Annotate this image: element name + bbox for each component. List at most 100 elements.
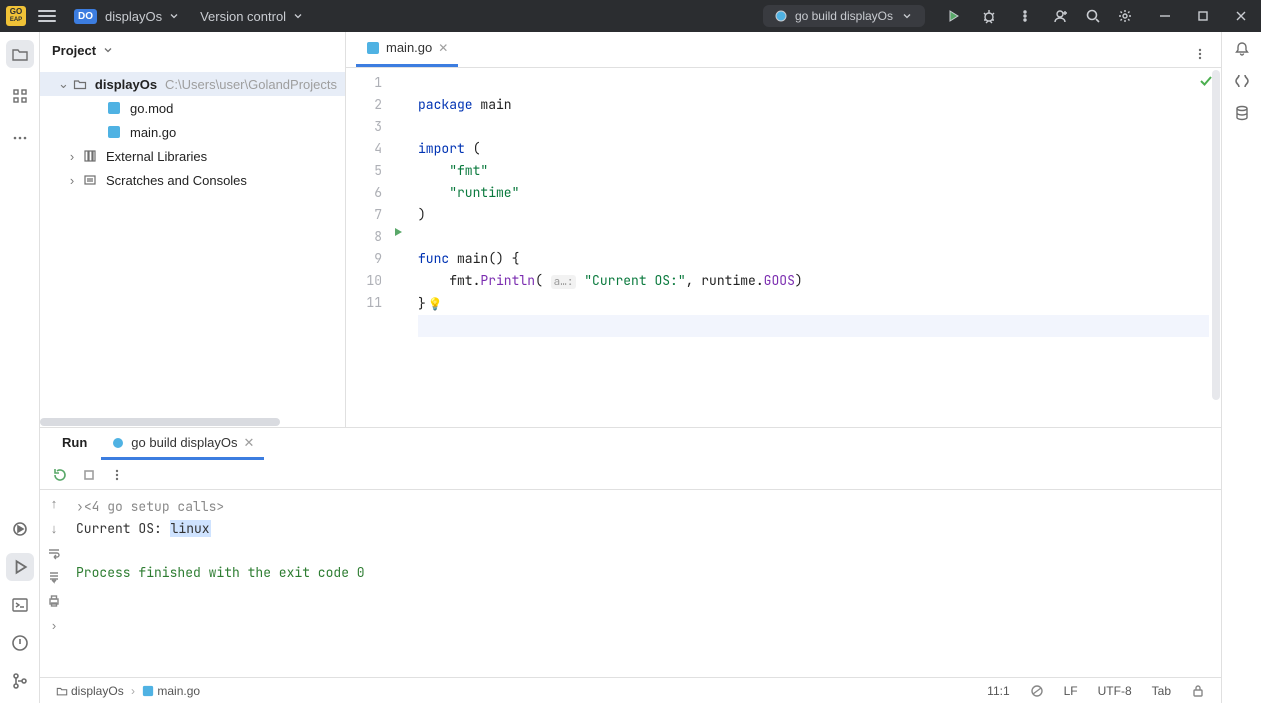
project-selector[interactable]: DO displayOs — [68, 4, 188, 28]
tree-file[interactable]: go.mod — [40, 96, 345, 120]
titlebar: GO EAP DO displayOs Version control go b… — [0, 0, 1261, 32]
code-token: package — [418, 96, 473, 113]
expand-icon[interactable]: › — [52, 618, 56, 633]
settings-icon[interactable] — [1117, 8, 1133, 24]
chevron-down-icon — [290, 8, 306, 24]
app-icon: GO EAP — [6, 6, 26, 26]
minimize-button[interactable] — [1157, 8, 1173, 24]
go-run-icon — [111, 436, 125, 450]
code-token: Println — [480, 272, 535, 289]
code-with-me-icon[interactable] — [1053, 8, 1069, 24]
chevron-right-icon: › — [66, 149, 78, 164]
code-token: import — [418, 140, 465, 157]
up-arrow-icon[interactable]: ↑ — [51, 496, 58, 511]
indent-setting[interactable]: Tab — [1146, 684, 1177, 698]
debug-button[interactable] — [981, 8, 997, 24]
intention-bulb-icon[interactable]: 💡 — [428, 296, 443, 312]
tree-file[interactable]: main.go — [40, 120, 345, 144]
editor-tabs: main.go ✕ — [346, 32, 1221, 68]
run-config-label: go build displayOs — [795, 9, 893, 23]
editor-pane: main.go ✕ 1 2 3 4 5 6 — [346, 32, 1221, 427]
chevron-down-icon: ⌄ — [58, 76, 69, 92]
line-number-gutter: 1 2 3 4 5 6 7 8 9 10 11 — [346, 68, 392, 427]
inlay-hint: a…: — [551, 275, 577, 289]
code-token: ) — [418, 206, 426, 223]
editor-tabs-more[interactable] — [1187, 41, 1213, 67]
more-run-actions[interactable] — [110, 468, 124, 482]
project-tree: ⌄ displayOs C:\Users\user\GolandProjects… — [40, 68, 345, 196]
tree-scratches[interactable]: › Scratches and Consoles — [40, 168, 345, 192]
code-token: } — [418, 295, 426, 312]
run-toolbar — [40, 460, 1221, 490]
structure-tool-button[interactable] — [6, 82, 34, 110]
services-tool-button[interactable] — [6, 515, 34, 543]
code-token: "runtime" — [418, 184, 519, 201]
maximize-button[interactable] — [1195, 8, 1211, 24]
readonly-toggle-icon[interactable] — [1185, 684, 1211, 698]
file-encoding[interactable]: UTF-8 — [1092, 684, 1138, 698]
statusbar: displayOs › main.go 11:1 LF UTF-8 Tab — [40, 677, 1221, 703]
run-side-toolbar: ↑ ↓ › — [40, 490, 68, 677]
run-tab-build[interactable]: go build displayOs ✕ — [101, 428, 264, 460]
run-button[interactable] — [945, 8, 961, 24]
project-name: displayOs — [105, 9, 162, 24]
vcs-selector[interactable]: Version control — [194, 4, 312, 28]
breadcrumb[interactable]: displayOs › main.go — [50, 684, 206, 698]
close-button[interactable] — [1233, 8, 1249, 24]
breadcrumb-item: displayOs — [71, 684, 124, 698]
chevron-down-icon — [166, 8, 182, 24]
console-output[interactable]: ›<4 go setup calls> Current OS: linux Pr… — [68, 490, 1221, 677]
soft-wrap-icon[interactable] — [47, 546, 61, 560]
breadcrumb-item: main.go — [157, 684, 200, 698]
run-tab-run[interactable]: Run — [52, 428, 97, 460]
problems-tool-button[interactable] — [6, 629, 34, 657]
line-number: 9 — [346, 248, 382, 270]
code-token: . — [756, 272, 764, 289]
code-token: ( — [535, 272, 551, 289]
run-config-selector[interactable]: go build displayOs — [763, 5, 925, 27]
run-line-marker[interactable] — [392, 226, 412, 238]
stop-button[interactable] — [82, 468, 96, 482]
line-separator-icon[interactable] — [1024, 684, 1050, 698]
code-token: GOOS — [764, 272, 795, 289]
main-menu-button[interactable] — [38, 7, 56, 25]
notifications-button[interactable] — [1233, 40, 1251, 58]
close-tab-button[interactable]: ✕ — [244, 435, 255, 451]
scroll-to-end-icon[interactable] — [47, 570, 61, 584]
run-tabs: Run go build displayOs ✕ — [40, 428, 1221, 460]
vcs-tool-button[interactable] — [6, 667, 34, 695]
editor-body[interactable]: 1 2 3 4 5 6 7 8 9 10 11 — [346, 68, 1221, 427]
tree-file-name: main.go — [130, 125, 176, 140]
more-tools-button[interactable] — [6, 124, 34, 152]
tree-root[interactable]: ⌄ displayOs C:\Users\user\GolandProjects — [40, 72, 345, 96]
line-separator[interactable]: LF — [1058, 684, 1084, 698]
project-tool-button[interactable] — [6, 40, 34, 68]
down-arrow-icon[interactable]: ↓ — [51, 521, 58, 536]
editor-tab-main-go[interactable]: main.go ✕ — [356, 31, 458, 67]
editor-scrollbar[interactable] — [1209, 68, 1221, 427]
terminal-tool-button[interactable] — [6, 591, 34, 619]
line-number: 3 — [346, 116, 382, 138]
fold-marker[interactable]: › — [76, 498, 84, 515]
close-tab-button[interactable]: ✕ — [438, 41, 448, 55]
search-icon[interactable] — [1085, 8, 1101, 24]
print-icon[interactable] — [47, 594, 61, 608]
caret-position[interactable]: 11:1 — [981, 684, 1015, 698]
go-run-icon — [773, 8, 789, 24]
database-button[interactable] — [1233, 104, 1251, 122]
run-tab-label: go build displayOs — [131, 435, 237, 450]
ai-assistant-button[interactable] — [1233, 72, 1251, 90]
more-actions-button[interactable] — [1017, 8, 1033, 24]
code-area[interactable]: package main import ( "fmt" "runtime" ) … — [412, 68, 1209, 427]
code-token: ) — [795, 272, 803, 289]
horizontal-scrollbar[interactable] — [40, 418, 280, 426]
run-tool-button[interactable] — [6, 553, 34, 581]
line-number: 1 — [346, 72, 382, 94]
tree-external-libraries[interactable]: › External Libraries — [40, 144, 345, 168]
project-header[interactable]: Project — [40, 32, 345, 68]
tree-root-name: displayOs — [95, 77, 157, 92]
chevron-right-icon: › — [66, 173, 78, 188]
rerun-button[interactable] — [52, 467, 68, 483]
go-mod-icon — [106, 100, 122, 116]
vcs-label: Version control — [200, 9, 286, 24]
